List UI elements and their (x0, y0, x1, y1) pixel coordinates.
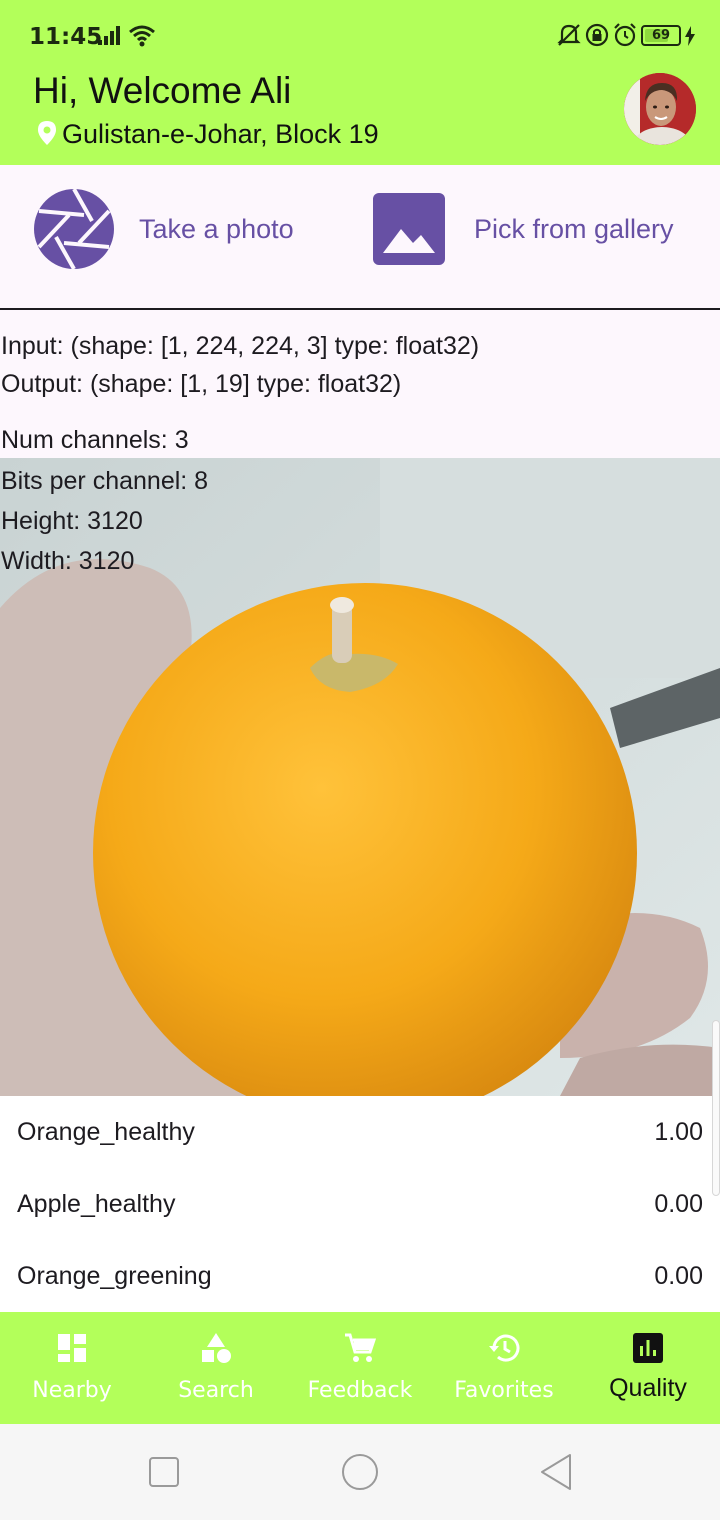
signal-icon (98, 26, 120, 45)
nav-label: Nearby (32, 1378, 112, 1403)
image-width: Width: 3120 (1, 547, 135, 575)
nav-item-search[interactable]: Search (144, 1312, 288, 1424)
nav-item-quality[interactable]: Quality (576, 1312, 720, 1424)
nav-item-favorites[interactable]: Favorites (432, 1312, 576, 1424)
num-channels: Num channels: 3 (1, 426, 189, 454)
cart-icon (345, 1333, 376, 1362)
chart-icon (633, 1333, 663, 1363)
recents-icon[interactable] (148, 1456, 180, 1488)
result-label: Orange_healthy (17, 1118, 195, 1146)
alarm-icon (614, 23, 636, 47)
model-output-info: Output: (shape: [1, 19] type: float32) (1, 370, 402, 398)
home-icon[interactable] (340, 1452, 380, 1492)
model-input-info: Input: (shape: [1, 224, 224, 3] type: fl… (1, 332, 480, 360)
nav-item-nearby[interactable]: Nearby (0, 1312, 144, 1424)
gallery-icon[interactable] (373, 193, 445, 265)
take-photo-button[interactable]: Take a photo (139, 214, 294, 245)
avatar-photo (624, 73, 696, 145)
dashboard-icon (58, 1334, 86, 1362)
result-score: 1.00 (654, 1118, 703, 1146)
screen-lock-icon (585, 23, 609, 47)
camera-shutter-icon[interactable] (34, 189, 114, 269)
result-label: Orange_greening (17, 1262, 212, 1290)
result-score: 0.00 (654, 1262, 703, 1290)
history-icon (489, 1334, 520, 1362)
scrollbar[interactable] (712, 1020, 720, 1196)
back-icon[interactable] (538, 1452, 574, 1492)
bell-off-icon (557, 24, 581, 46)
nav-label: Favorites (454, 1378, 554, 1403)
location-pin-icon (38, 121, 56, 145)
shapes-icon (202, 1333, 231, 1363)
status-time: 11:45 (29, 24, 103, 50)
pick-gallery-button[interactable]: Pick from gallery (474, 214, 674, 245)
result-score: 0.00 (654, 1190, 703, 1218)
nav-label: Feedback (307, 1378, 413, 1403)
battery-percent: 69 (651, 28, 671, 43)
bits-per-channel: Bits per channel: 8 (1, 467, 209, 495)
nav-item-feedback[interactable]: Feedback (288, 1312, 432, 1424)
wifi-icon (129, 25, 155, 47)
location-text: Gulistan-e-Johar, Block 19 (62, 119, 379, 149)
nav-label: Search (178, 1378, 254, 1403)
charging-icon (685, 26, 695, 46)
avatar[interactable] (624, 73, 696, 145)
result-label: Apple_healthy (17, 1190, 176, 1218)
divider (0, 308, 720, 310)
nav-label: Quality (609, 1374, 687, 1402)
battery-icon: 69 (641, 25, 681, 46)
image-height: Height: 3120 (1, 507, 143, 535)
welcome-title: Hi, Welcome Ali (33, 70, 292, 111)
